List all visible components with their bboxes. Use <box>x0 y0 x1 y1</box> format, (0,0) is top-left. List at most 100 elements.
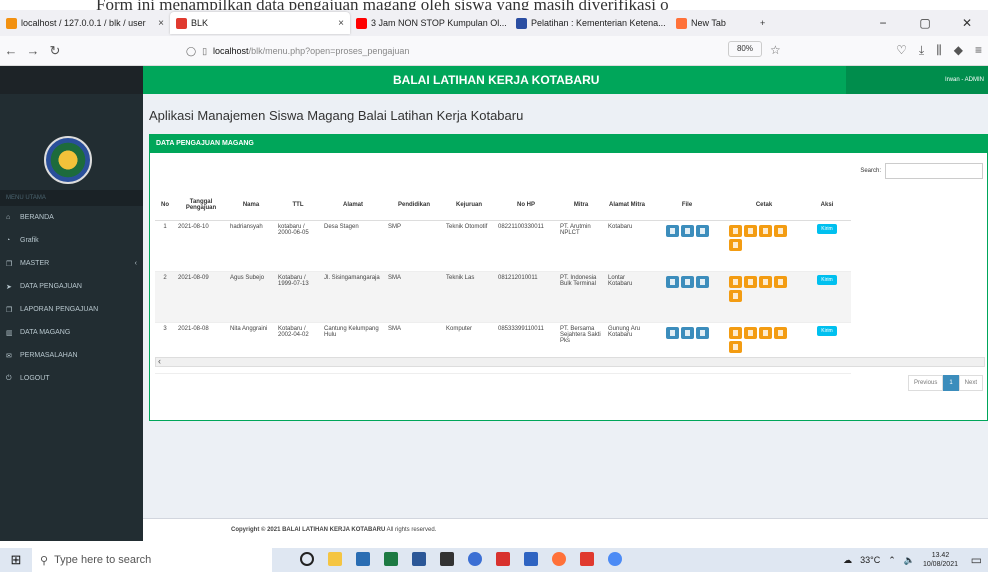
sidebar-item-laporan-pengajuan[interactable]: ❐ LAPORAN PENGAJUAN <box>0 298 143 321</box>
browser-tab[interactable]: localhost / 127.0.0.1 / blk / user × <box>0 12 170 34</box>
print-document-button[interactable] <box>729 224 742 237</box>
new-tab-icon[interactable]: + <box>760 18 765 28</box>
print-document-button[interactable] <box>729 289 742 302</box>
file-ktp-button[interactable] <box>665 224 679 237</box>
chrome-icon[interactable] <box>608 552 622 566</box>
notification-icon[interactable]: ▭ <box>971 553 982 567</box>
library-icon[interactable]: ⫼ <box>936 43 942 58</box>
print-document-button[interactable] <box>744 326 757 339</box>
extension-icon[interactable]: ◆ <box>954 43 963 58</box>
volume-icon[interactable]: 🔈 <box>904 555 915 566</box>
cell-aksi: Kirim <box>803 271 851 323</box>
blk-icon <box>176 17 187 29</box>
word-icon[interactable] <box>412 552 426 566</box>
sidebar-item-master[interactable]: ❐ MASTER ‹ <box>0 252 143 275</box>
file-surat-button[interactable] <box>695 326 709 339</box>
print-document-button[interactable] <box>759 275 772 288</box>
bar-chart-icon: ▥ <box>6 329 13 337</box>
sidebar-item-logout[interactable]: ⏻ LOGOUT <box>0 367 143 390</box>
app-red-icon[interactable] <box>496 552 510 566</box>
windows-start-icon[interactable]: ⊞ <box>0 552 32 568</box>
search-input[interactable] <box>885 163 983 179</box>
data-box: DATA PENGAJUAN MAGANG Search: No Tanggal … <box>149 134 988 421</box>
forward-icon[interactable]: → <box>22 43 44 58</box>
page-1-button[interactable]: 1 <box>943 375 959 391</box>
sidebar-item-data-pengajuan[interactable]: ➤ DATA PENGAJUAN <box>0 275 143 298</box>
file-ijazah-button[interactable] <box>680 224 694 237</box>
page-title: Aplikasi Manajemen Siswa Magang Balai La… <box>149 108 524 123</box>
zoom-level[interactable]: 80% <box>728 41 762 57</box>
weather-icon: ☁ <box>843 554 853 565</box>
file-surat-button[interactable] <box>695 275 709 288</box>
download-icon[interactable]: ⤓ <box>919 43 924 58</box>
cell-alamat: Jl. Sisingamangaraja <box>321 271 385 323</box>
file-ktp-button[interactable] <box>665 275 679 288</box>
horizontal-scrollbar[interactable]: ‹ › <box>155 356 985 367</box>
previous-button[interactable]: Previous <box>907 375 944 391</box>
print-document-button[interactable] <box>729 238 742 251</box>
print-document-button[interactable] <box>759 224 772 237</box>
table-row: 1 2021-08-10 hadriansyah kotabaru / 2000-06… <box>155 220 851 272</box>
back-icon[interactable]: ← <box>0 43 22 58</box>
excel-icon[interactable] <box>384 552 398 566</box>
taskbar-search[interactable]: ⚲ Type here to search <box>32 548 272 572</box>
column-header: Aksi <box>803 190 851 221</box>
print-document-button[interactable] <box>744 224 757 237</box>
print-document-button[interactable] <box>774 224 787 237</box>
pocket-icon[interactable]: ♡ <box>896 43 907 58</box>
kirim-button[interactable]: Kirim <box>817 325 837 336</box>
next-button[interactable]: Next <box>958 375 983 391</box>
print-document-button[interactable] <box>774 326 787 339</box>
kirim-button[interactable]: Kirim <box>817 274 837 285</box>
youtube-icon <box>356 17 367 29</box>
print-document-button[interactable] <box>729 275 742 288</box>
print-document-button[interactable] <box>729 340 742 353</box>
notepad-icon[interactable] <box>440 552 454 566</box>
minimize-icon[interactable]: − <box>862 16 904 30</box>
sidebar-item-beranda[interactable]: ⌂ BERANDA <box>0 206 143 229</box>
user-menu[interactable]: Irwan - ADMIN <box>846 66 988 94</box>
kirim-button[interactable]: Kirim <box>817 223 837 234</box>
browser-tab[interactable]: 3 Jam NON STOP Kumpulan Ol...× <box>350 12 510 34</box>
browser-tab[interactable]: Pelatihan : Kementerian Ketena...× <box>510 12 670 34</box>
blk-taskbar-icon[interactable] <box>580 552 594 566</box>
file-surat-button[interactable] <box>695 224 709 237</box>
print-document-button[interactable] <box>774 275 787 288</box>
file-ijazah-button[interactable] <box>680 275 694 288</box>
app-blue-icon[interactable] <box>524 552 538 566</box>
cortana-icon[interactable] <box>300 552 314 566</box>
cell-cetak <box>725 220 803 272</box>
reload-icon[interactable]: ↻ <box>44 43 66 59</box>
file-ktp-button[interactable] <box>665 326 679 339</box>
window-controls: − ▢ ✕ <box>862 10 988 36</box>
cell-alamat: Desa Stagen <box>321 220 385 272</box>
tray-chevron-icon[interactable]: ⌃ <box>888 555 896 566</box>
file-ijazah-button[interactable] <box>680 326 694 339</box>
browser-tab[interactable]: BLK × <box>170 12 350 34</box>
scroll-left-icon[interactable]: ‹ <box>158 356 161 366</box>
firefox-taskbar-icon[interactable] <box>552 552 566 566</box>
address-bar[interactable]: ◯ ▯ localhost/blk/menu.php?open=proses_p… <box>186 41 782 61</box>
system-tray: ☁ 33°C ⌃ 🔈 13.42 10/08/2021 <box>843 548 958 572</box>
close-tab-icon[interactable]: × <box>332 18 344 29</box>
bookmark-star-icon[interactable]: ☆ <box>770 43 781 57</box>
chat-icon[interactable] <box>468 552 482 566</box>
print-document-button[interactable] <box>729 326 742 339</box>
print-document-button[interactable] <box>759 326 772 339</box>
sidebar-item-label: PERMASALAHAN <box>20 352 78 359</box>
menu-icon[interactable]: ≡ <box>975 43 982 58</box>
close-window-icon[interactable]: ✕ <box>946 16 988 30</box>
sidebar-item-permasalahan[interactable]: ✉ PERMASALAHAN <box>0 344 143 367</box>
app-icon[interactable] <box>356 552 370 566</box>
search-area: Search: <box>860 163 983 179</box>
browser-tab[interactable]: New Tab <box>670 12 760 34</box>
sidebar-header: MENU UTAMA <box>0 190 143 206</box>
close-tab-icon[interactable]: × <box>152 18 164 29</box>
top-header: BALAI LATIHAN KERJA KOTABARU Irwan - ADM… <box>143 66 988 94</box>
sidebar-item-data-magang[interactable]: ▥ DATA MAGANG <box>0 321 143 344</box>
taskbar-search-placeholder: Type here to search <box>54 554 152 566</box>
maximize-icon[interactable]: ▢ <box>904 16 946 30</box>
print-document-button[interactable] <box>744 275 757 288</box>
file-explorer-icon[interactable] <box>328 552 342 566</box>
sidebar-item-grafik[interactable]: ◔ Grafik <box>0 229 143 252</box>
